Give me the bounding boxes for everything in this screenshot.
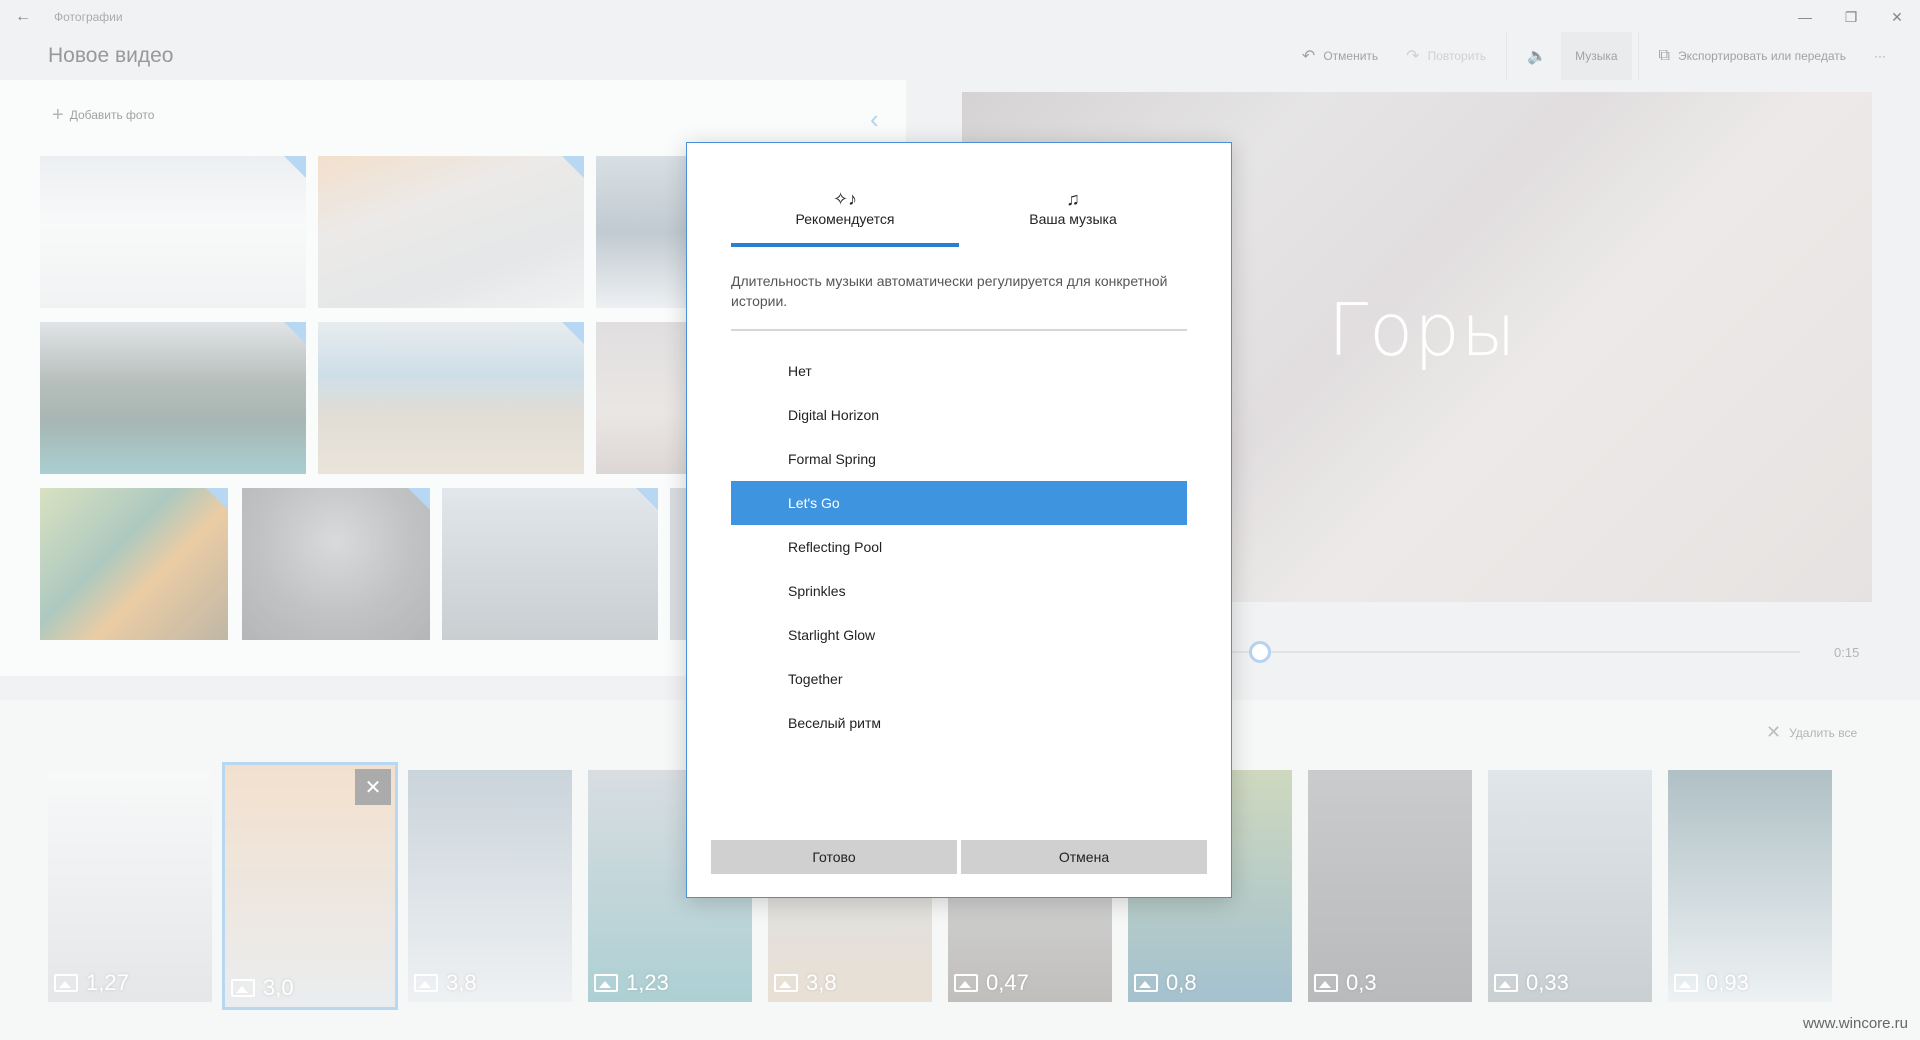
music-dialog: ✧♪ Рекомендуется ♫ Ваша музыка Длительно… <box>686 142 1232 898</box>
music-track-item[interactable]: Starlight Glow <box>731 613 1187 657</box>
done-button[interactable]: Готово <box>711 840 957 874</box>
music-track-item[interactable]: Reflecting Pool <box>731 525 1187 569</box>
music-track-item[interactable]: Digital Horizon <box>731 393 1187 437</box>
tab-your-music-label: Ваша музыка <box>1029 211 1117 227</box>
music-track-item[interactable]: Let's Go <box>731 481 1187 525</box>
music-list[interactable]: Нет Digital Horizon Formal Spring Let's Go R… <box>731 349 1187 747</box>
music-track-item[interactable]: Нет <box>731 349 1187 393</box>
music-description: Длительность музыки автоматически регули… <box>731 273 1168 309</box>
music-track-item[interactable]: Sprinkles <box>731 569 1187 613</box>
watermark: www.wincore.ru <box>1802 1015 1908 1032</box>
music-tabs: ✧♪ Рекомендуется ♫ Ваша музыка <box>731 187 1187 247</box>
tab-recommended-label: Рекомендуется <box>795 211 895 227</box>
tab-recommended[interactable]: ✧♪ Рекомендуется <box>731 187 959 247</box>
user-music-icon: ♫ <box>1066 189 1080 209</box>
music-track-item[interactable]: Веселый ритм <box>731 701 1187 745</box>
music-track-item[interactable]: Взлет <box>731 745 1187 747</box>
music-track-item[interactable]: Together <box>731 657 1187 701</box>
tab-your-music[interactable]: ♫ Ваша музыка <box>959 187 1187 247</box>
music-track-item[interactable]: Formal Spring <box>731 437 1187 481</box>
sparkle-music-icon: ✧♪ <box>832 189 858 209</box>
cancel-button[interactable]: Отмена <box>961 840 1207 874</box>
divider <box>731 329 1187 331</box>
